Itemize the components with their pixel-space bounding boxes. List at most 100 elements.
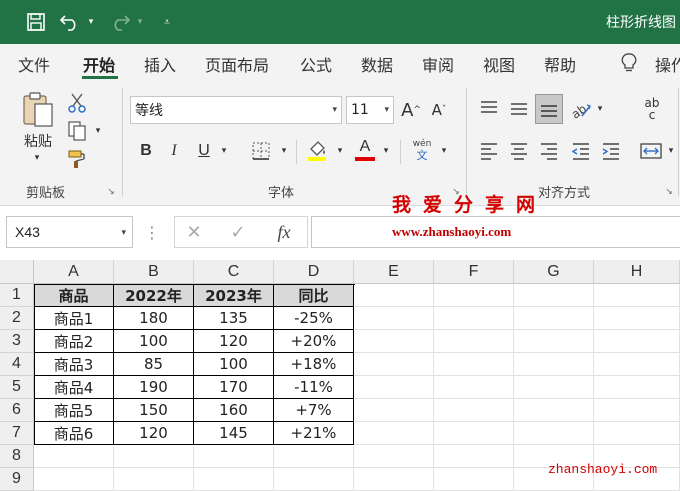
empty-cell[interactable] xyxy=(434,376,514,399)
empty-cell[interactable] xyxy=(194,445,274,468)
table-cell[interactable]: 150 xyxy=(114,399,194,422)
table-cell[interactable]: +7% xyxy=(274,399,354,422)
empty-cell[interactable] xyxy=(514,307,594,330)
row-header[interactable]: 5 xyxy=(0,376,34,399)
table-cell[interactable]: +20% xyxy=(274,330,354,353)
align-center-icon[interactable] xyxy=(506,138,532,164)
align-right-icon[interactable] xyxy=(536,138,562,164)
alignment-launcher-icon[interactable]: ↘ xyxy=(663,186,675,198)
empty-cell[interactable] xyxy=(594,353,680,376)
phonetic-dropdown-icon[interactable]: ▾ xyxy=(438,144,450,158)
empty-cell[interactable] xyxy=(434,399,514,422)
decrease-font-icon[interactable]: Aˇ xyxy=(428,96,450,124)
format-painter-icon[interactable] xyxy=(66,148,88,170)
merge-center-icon[interactable] xyxy=(638,138,664,164)
table-cell[interactable]: 190 xyxy=(114,376,194,399)
empty-cell[interactable] xyxy=(354,399,434,422)
merge-dropdown-icon[interactable]: ▾ xyxy=(665,144,677,158)
borders-dropdown-icon[interactable]: ▾ xyxy=(278,144,290,158)
paste-icon[interactable] xyxy=(20,90,56,128)
underline-dropdown-icon[interactable]: ▾ xyxy=(218,144,230,158)
paste-dropdown-icon[interactable]: ▾ xyxy=(30,152,44,164)
empty-cell[interactable] xyxy=(594,307,680,330)
column-header[interactable]: F xyxy=(434,260,514,284)
bold-button[interactable]: B xyxy=(136,138,156,164)
row-header[interactable]: 6 xyxy=(0,399,34,422)
empty-cell[interactable] xyxy=(594,376,680,399)
empty-cell[interactable] xyxy=(434,330,514,353)
column-header[interactable]: A xyxy=(34,260,114,284)
cut-icon[interactable] xyxy=(66,92,88,114)
tab-review[interactable]: 审阅 xyxy=(422,52,454,76)
row-header[interactable]: 4 xyxy=(0,353,34,376)
font-name-select[interactable]: 等线 ▾ xyxy=(130,96,342,124)
empty-cell[interactable] xyxy=(354,445,434,468)
underline-button[interactable]: U xyxy=(194,138,214,164)
empty-cell[interactable] xyxy=(514,284,594,307)
tab-insert[interactable]: 插入 xyxy=(144,52,176,76)
fill-color-icon[interactable] xyxy=(304,136,330,164)
orientation-icon[interactable]: ab xyxy=(568,96,594,122)
empty-cell[interactable] xyxy=(434,353,514,376)
table-cell[interactable]: 85 xyxy=(114,353,194,376)
column-header[interactable]: D xyxy=(274,260,354,284)
lightbulb-icon[interactable] xyxy=(621,53,637,77)
column-header[interactable]: B xyxy=(114,260,194,284)
empty-cell[interactable] xyxy=(594,284,680,307)
table-cell[interactable]: 100 xyxy=(194,353,274,376)
empty-cell[interactable] xyxy=(354,376,434,399)
phonetic-guide-icon[interactable]: wén 文 xyxy=(408,136,436,164)
name-box[interactable]: X43 ▾ xyxy=(6,216,133,248)
table-cell[interactable]: 145 xyxy=(194,422,274,445)
font-color-icon[interactable]: A xyxy=(352,136,378,164)
tab-page-layout[interactable]: 页面布局 xyxy=(205,52,269,76)
increase-indent-icon[interactable] xyxy=(598,138,624,164)
table-cell[interactable]: 商品3 xyxy=(34,353,114,376)
empty-cell[interactable] xyxy=(274,445,354,468)
empty-cell[interactable] xyxy=(514,353,594,376)
empty-cell[interactable] xyxy=(354,330,434,353)
decrease-indent-icon[interactable] xyxy=(568,138,594,164)
undo-icon[interactable] xyxy=(58,10,82,34)
table-cell[interactable]: 商品2 xyxy=(34,330,114,353)
fill-color-dropdown-icon[interactable]: ▾ xyxy=(334,144,346,158)
table-cell[interactable]: +18% xyxy=(274,353,354,376)
empty-cell[interactable] xyxy=(354,422,434,445)
borders-icon[interactable] xyxy=(248,138,274,164)
table-cell[interactable]: 135 xyxy=(194,307,274,330)
tab-help[interactable]: 帮助 xyxy=(544,52,576,76)
table-cell[interactable]: -25% xyxy=(274,307,354,330)
increase-font-icon[interactable]: A ^ xyxy=(400,96,422,124)
font-color-dropdown-icon[interactable]: ▾ xyxy=(380,144,392,158)
empty-cell[interactable] xyxy=(594,399,680,422)
table-header-cell[interactable]: 商品 xyxy=(34,284,114,307)
align-middle-icon[interactable] xyxy=(506,96,532,122)
orientation-dropdown-icon[interactable]: ▾ xyxy=(594,102,606,116)
table-cell[interactable]: 170 xyxy=(194,376,274,399)
column-header[interactable]: G xyxy=(514,260,594,284)
row-header[interactable]: 7 xyxy=(0,422,34,445)
table-cell[interactable]: 100 xyxy=(114,330,194,353)
table-cell[interactable]: 180 xyxy=(114,307,194,330)
table-cell[interactable]: +21% xyxy=(274,422,354,445)
empty-cell[interactable] xyxy=(514,376,594,399)
tab-formulas[interactable]: 公式 xyxy=(300,52,332,76)
column-header[interactable]: E xyxy=(354,260,434,284)
empty-cell[interactable] xyxy=(434,422,514,445)
tell-me-search[interactable]: 操作 xyxy=(655,52,680,76)
tab-home[interactable]: 开始 xyxy=(83,52,115,76)
align-left-icon[interactable] xyxy=(476,138,502,164)
select-all-corner[interactable] xyxy=(0,260,34,284)
table-cell[interactable]: 商品4 xyxy=(34,376,114,399)
empty-cell[interactable] xyxy=(354,353,434,376)
table-cell[interactable]: 商品5 xyxy=(34,399,114,422)
tab-view[interactable]: 视图 xyxy=(483,52,515,76)
empty-cell[interactable] xyxy=(434,445,514,468)
font-size-select[interactable]: 11 ▾ xyxy=(346,96,394,124)
customize-toolbar-icon[interactable]: ⩡ xyxy=(160,10,174,34)
empty-cell[interactable] xyxy=(114,445,194,468)
empty-cell[interactable] xyxy=(594,422,680,445)
table-header-cell[interactable]: 2022年 xyxy=(114,284,194,307)
row-header[interactable]: 2 xyxy=(0,307,34,330)
empty-cell[interactable] xyxy=(514,399,594,422)
